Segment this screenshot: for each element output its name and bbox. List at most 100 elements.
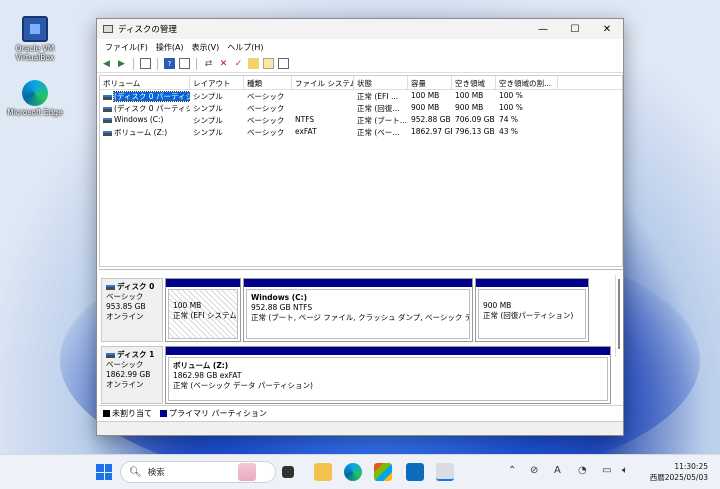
help-icon[interactable]: ? [164, 58, 175, 69]
sync-icon[interactable]: ◔ [578, 465, 587, 476]
legend-swatch [160, 410, 167, 417]
column-header[interactable]: レイアウト [190, 76, 244, 89]
disk-name: ディスク 0 [117, 282, 155, 291]
column-header[interactable]: ファイル システム [292, 76, 354, 89]
delete-icon[interactable]: ✕ [218, 58, 229, 69]
partition-windows-c[interactable]: Windows (C:) 952.88 GB NTFS 正常 (ブート, ページ… [243, 278, 473, 342]
table-row[interactable]: ボリューム (Z:) シンプル ベーシック exFAT 正常 (ベー... 18… [100, 126, 622, 138]
cell [292, 102, 354, 114]
disk-1-row: ディスク 1 ベーシック 1862.99 GB オンライン ボリューム (Z:)… [99, 346, 615, 404]
partition-bar [476, 279, 588, 287]
volume-icon[interactable]: 🔈︎ [622, 465, 628, 476]
partition-volume-z[interactable]: ボリューム (Z:) 1862.98 GB exFAT 正常 (ベーシック デー… [165, 346, 611, 404]
cell: 900 MB [455, 103, 484, 112]
maximize-button[interactable]: ☐ [559, 19, 591, 39]
search-placeholder: 検索 [147, 468, 165, 478]
partition-recovery[interactable]: 900 MB 正常 (回復パーティション) [475, 278, 589, 342]
legend-item-primary: プライマリ パーティション [160, 408, 267, 419]
cell: (ディスク 0 パーティシ... [112, 91, 190, 102]
desktop-icon-label: Microsoft Edge [7, 108, 63, 117]
cell: ベーシック [247, 92, 285, 101]
list-view-icon[interactable] [140, 58, 151, 69]
menu-view[interactable]: 表示(V) [188, 42, 224, 53]
partition-bar [166, 279, 240, 287]
partition-body: 100 MB 正常 (EFI システム パ [168, 289, 238, 339]
task-view-icon[interactable] [282, 466, 294, 478]
column-header[interactable]: 空き領域の割... [496, 76, 558, 89]
desktop-icon-edge[interactable]: Microsoft Edge [6, 80, 64, 117]
drive-icon [103, 117, 112, 123]
taskbar-clock[interactable]: 11:30:25 西暦2025/05/03 [650, 461, 708, 483]
edge-taskbar-icon[interactable] [344, 463, 362, 481]
disk-view-scrollbar[interactable] [615, 275, 621, 357]
partition-name: Windows (C:) [251, 293, 308, 302]
column-header[interactable]: 状態 [354, 76, 408, 89]
new-volume-icon[interactable] [263, 58, 274, 69]
legend: 未割り当て プライマリ パーティション [99, 405, 623, 421]
outlook-icon[interactable] [406, 463, 424, 481]
cell: 100 MB [411, 91, 440, 100]
table-row[interactable]: (ディスク 0 パーティシ... シンプル ベーシック 正常 (回復... 90… [100, 102, 622, 114]
cell: 正常 (EFI ... [357, 92, 399, 101]
disk-0-label[interactable]: ディスク 0 ベーシック 953.85 GB オンライン [101, 278, 163, 342]
network-off-icon[interactable]: ⊘ [530, 465, 538, 476]
cell: 900 MB [411, 103, 440, 112]
disk-size: 1862.99 GB [106, 370, 151, 379]
clock-time: 11:30:25 [674, 462, 708, 471]
virtualbox-icon [22, 16, 48, 42]
partition-name: ボリューム (Z:) [173, 361, 229, 370]
back-arrow-icon[interactable]: ◀ [101, 58, 112, 69]
table-row[interactable]: Windows (C:) シンプル ベーシック NTFS 正常 (ブート... … [100, 114, 622, 126]
file-explorer-icon[interactable] [314, 463, 332, 481]
menu-file[interactable]: ファイル(F) [101, 42, 152, 53]
disk-graphical-view: ディスク 0 ベーシック 953.85 GB オンライン 100 MB 正常 (… [99, 269, 623, 405]
disk-status: オンライン [106, 380, 144, 389]
table-row[interactable]: (ディスク 0 パーティシ... シンプル ベーシック 正常 (EFI ... … [100, 90, 622, 102]
disk-management-window: ディスクの管理 — ☐ ✕ ファイル(F) 操作(A) 表示(V) ヘルプ(H)… [96, 18, 624, 436]
legend-label: 未割り当て [112, 409, 152, 418]
menu-action[interactable]: 操作(A) [152, 42, 188, 53]
disk-type: ベーシック [106, 292, 144, 301]
disk-icon [106, 352, 115, 358]
cell: 100 MB [455, 91, 484, 100]
disk-management-taskbar-icon[interactable] [436, 463, 454, 481]
column-header[interactable]: 空き領域 [452, 76, 496, 89]
disk-status: オンライン [106, 312, 144, 321]
connect-icon[interactable]: ⇄ [203, 58, 214, 69]
store-icon[interactable] [374, 463, 392, 481]
cell [292, 90, 354, 102]
check-icon[interactable]: ✓ [233, 58, 244, 69]
partition-body: 900 MB 正常 (回復パーティション) [478, 289, 586, 339]
ime-icon[interactable]: A [554, 465, 561, 476]
settings-icon[interactable] [278, 58, 289, 69]
forward-arrow-icon[interactable]: ▶ [116, 58, 127, 69]
partition-size: 900 MB [483, 301, 512, 310]
toolbar: ◀ ▶ ? ⇄ ✕ ✓ [97, 55, 623, 73]
cell: 100 % [499, 91, 523, 100]
cell: 100 % [499, 103, 523, 112]
title-bar[interactable]: ディスクの管理 — ☐ ✕ [97, 19, 623, 39]
partition-efi[interactable]: 100 MB 正常 (EFI システム パ [165, 278, 241, 342]
chevron-up-icon[interactable]: ⌃ [508, 465, 516, 476]
partition-size: 952.88 GB NTFS [251, 303, 313, 312]
minimize-button[interactable]: — [527, 19, 559, 39]
cell: 74 % [499, 115, 519, 124]
cell: 43 % [499, 127, 519, 136]
column-header[interactable]: 種類 [244, 76, 292, 89]
cell: (ディスク 0 パーティシ... [114, 104, 190, 113]
column-header[interactable]: ボリューム [100, 76, 190, 89]
widgets-icon[interactable] [238, 463, 256, 481]
cell: 1862.97 GB [411, 127, 452, 136]
properties-icon[interactable] [179, 58, 190, 69]
menu-help[interactable]: ヘルプ(H) [223, 42, 267, 53]
status-bar [97, 421, 623, 435]
network-icon[interactable]: ▭ [602, 465, 611, 476]
desktop-icon-virtualbox[interactable]: Oracle VM VirtualBox [6, 16, 64, 62]
disk-1-label[interactable]: ディスク 1 ベーシック 1862.99 GB オンライン [101, 346, 163, 404]
column-header[interactable]: 容量 [408, 76, 452, 89]
disk-icon [106, 284, 115, 290]
cell: ボリューム (Z:) [114, 128, 168, 137]
start-button[interactable] [96, 464, 112, 480]
close-button[interactable]: ✕ [591, 19, 623, 39]
rescan-icon[interactable] [248, 58, 259, 69]
